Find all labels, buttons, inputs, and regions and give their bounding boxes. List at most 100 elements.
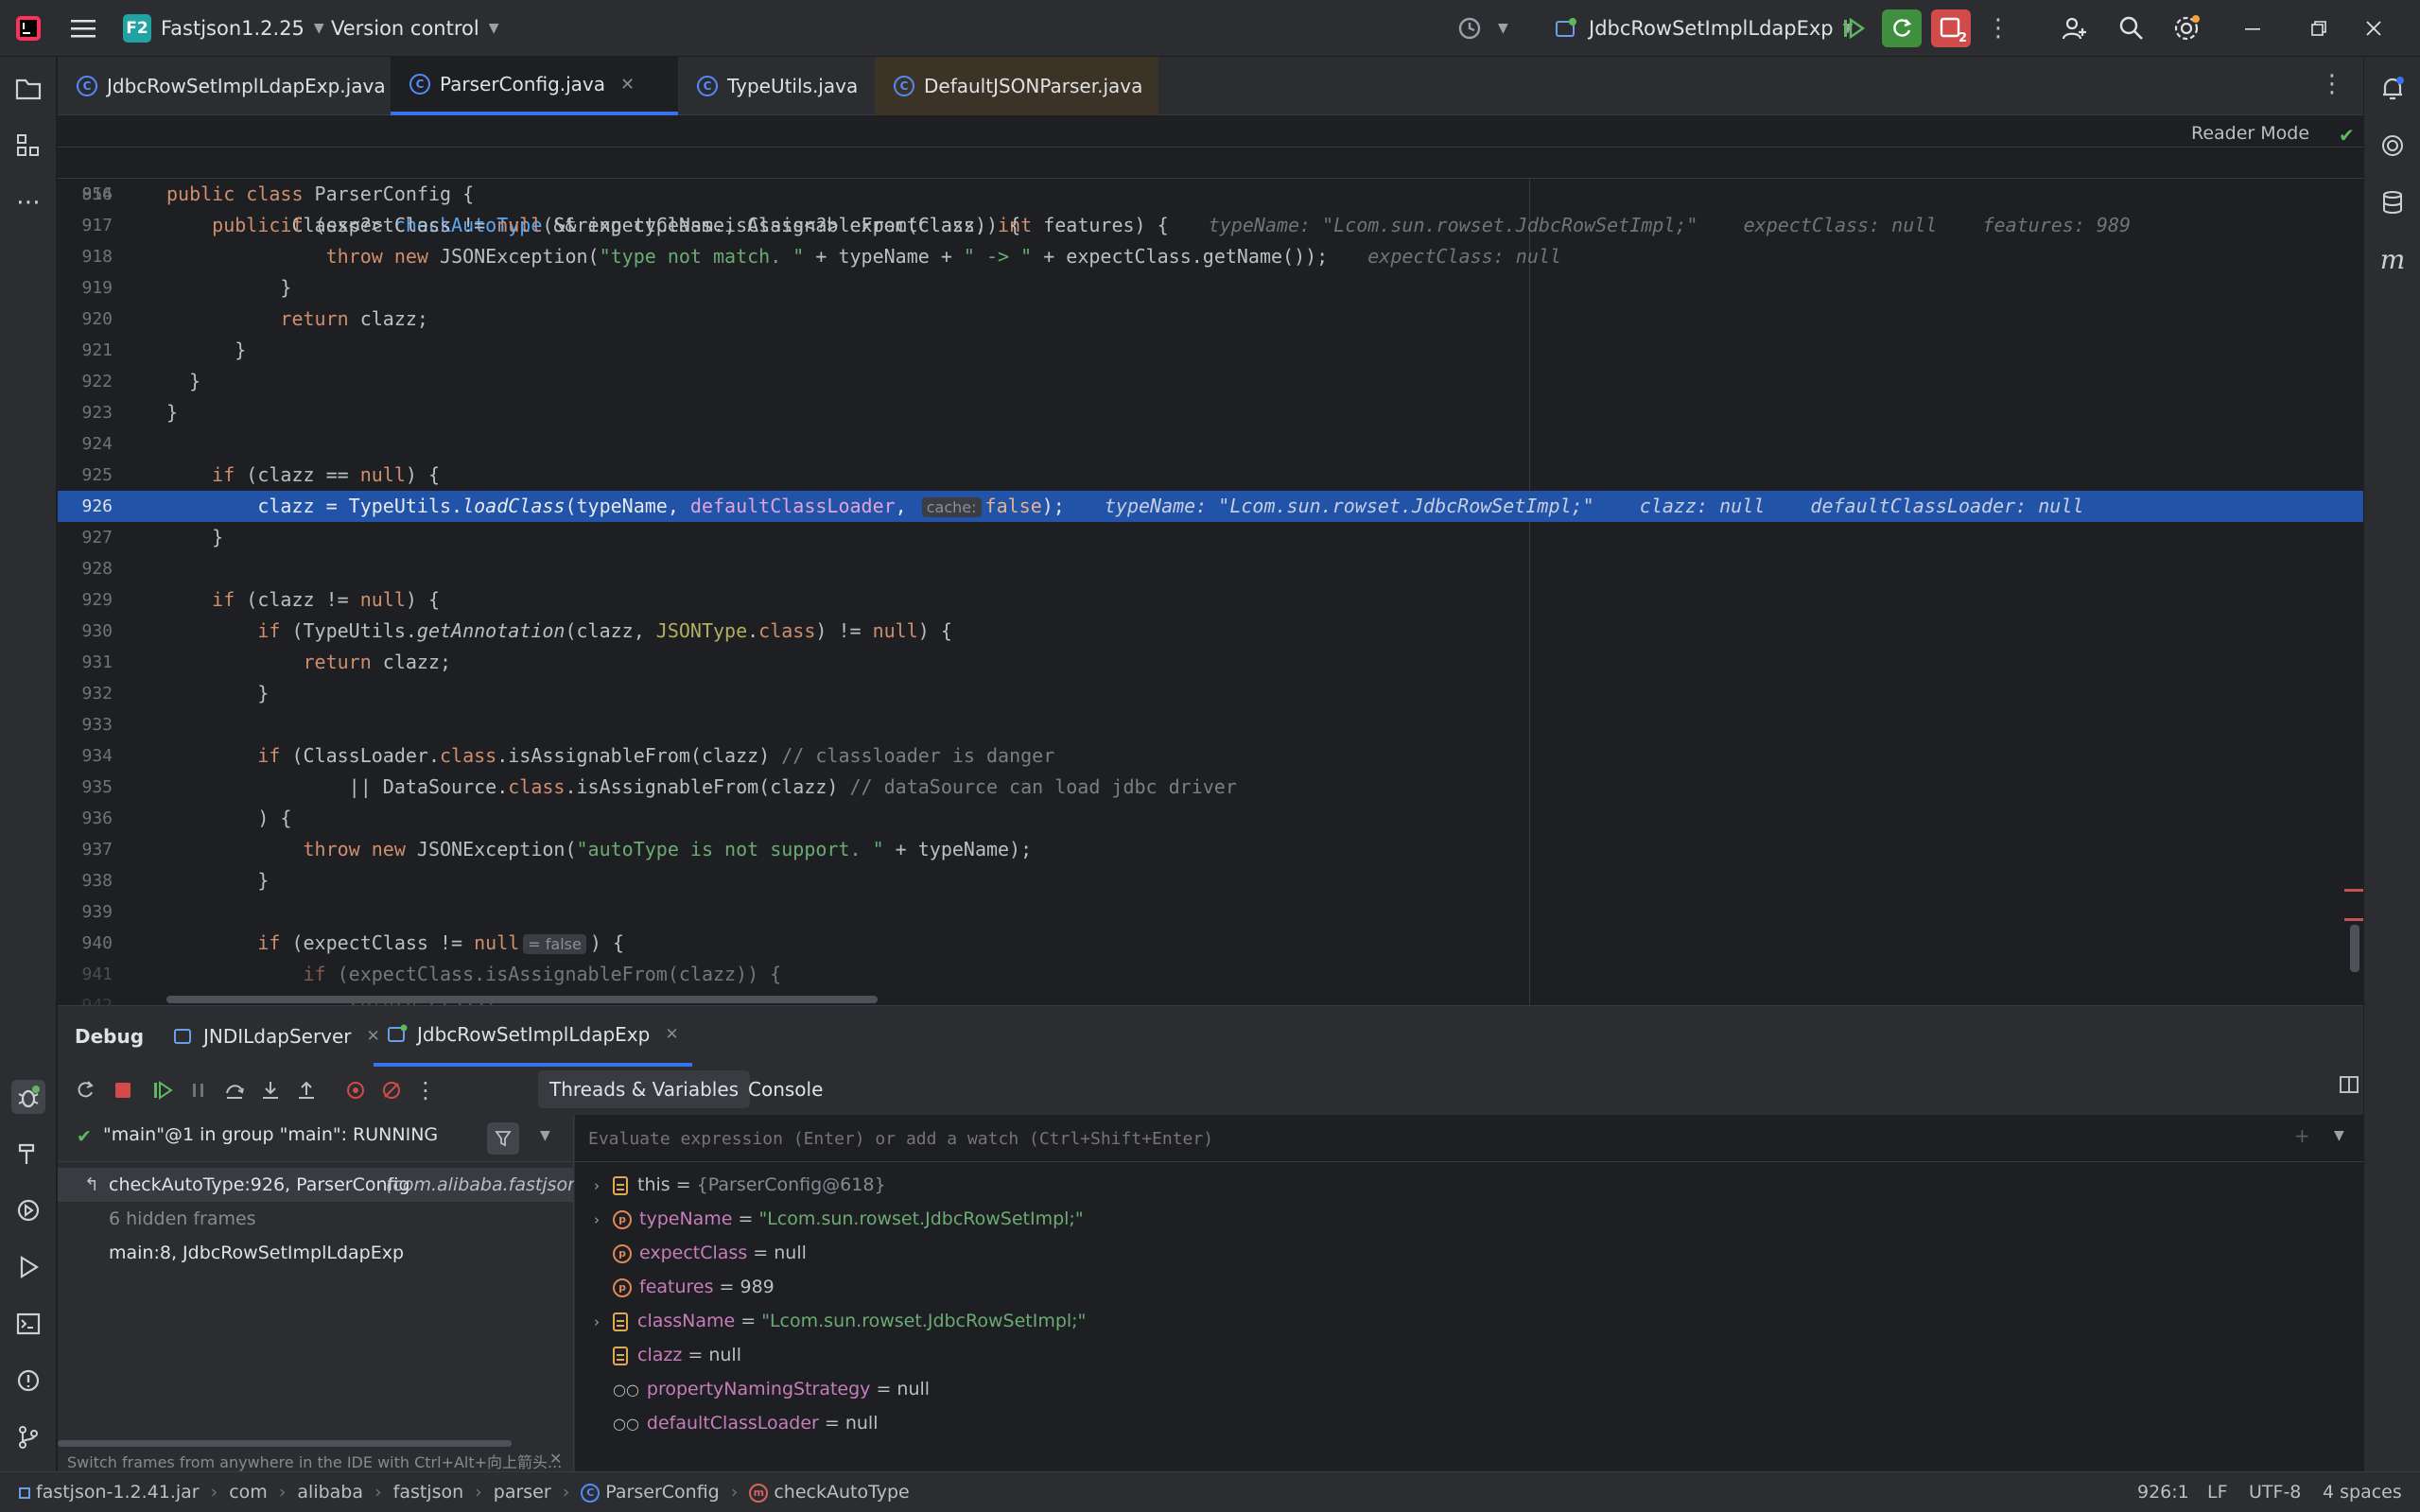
frame-row-selected[interactable]: ↰ checkAutoType:926, ParserConfig (com.a… [58, 1168, 574, 1202]
variable-row[interactable]: p expectClass = null [613, 1236, 807, 1270]
code-line[interactable]: 921 } [58, 335, 2363, 366]
reader-mode-toggle[interactable]: Reader Mode [2191, 116, 2309, 150]
frames-scrollbar[interactable] [58, 1440, 512, 1447]
tab-console[interactable]: Console [737, 1070, 834, 1108]
tab-parserconfig[interactable]: C ParserConfig.java ✕ [391, 57, 678, 115]
inspection-ok-icon[interactable]: ✔ [2339, 124, 2355, 147]
code-line[interactable]: 930 if (TypeUtils.getAnnotation(clazz, J… [58, 616, 2363, 647]
expand-arrow-icon[interactable]: › [594, 1203, 613, 1237]
close-tip-icon[interactable]: ✕ [549, 1450, 562, 1468]
code-line[interactable]: 923} [58, 397, 2363, 428]
minimize-window-icon[interactable] [2236, 11, 2270, 45]
profiler-icon[interactable] [1453, 11, 1487, 45]
variable-row[interactable]: ○○ propertyNamingStrategy = null [613, 1372, 930, 1406]
tab-options-icon[interactable]: ⋮ [2320, 70, 2344, 98]
tab-threads-variables[interactable]: Threads & Variables [538, 1070, 751, 1108]
tab-jdbcrowsetimplldapexp[interactable]: C JdbcRowSetImplLdapExp.java [58, 57, 391, 115]
breadcrumb-item[interactable]: checkAutoType [774, 1482, 909, 1503]
file-encoding[interactable]: UTF-8 [2249, 1472, 2301, 1512]
close-window-icon[interactable] [2357, 11, 2391, 45]
maven-icon[interactable]: m [2376, 242, 2410, 276]
add-watch-icon[interactable]: + [2294, 1124, 2310, 1147]
main-menu-icon[interactable] [66, 11, 100, 45]
chevron-down-icon[interactable]: ▼ [2334, 1128, 2344, 1143]
step-into-icon[interactable] [256, 1076, 285, 1104]
indent-setting[interactable]: 4 spaces [2323, 1472, 2402, 1512]
code-line[interactable]: 935 || DataSource.class.isAssignableFrom… [58, 772, 2363, 803]
code-line[interactable]: 919 } [58, 272, 2363, 304]
session-tab-jdbcrowsetimplldapexp[interactable]: JdbcRowSetImplLdapExp ✕ [374, 1006, 692, 1067]
more-actions-icon[interactable]: ⋮ [411, 1076, 440, 1104]
code-line[interactable]: 929 if (clazz != null) { [58, 584, 2363, 616]
code-line[interactable]: 920 return clazz; [58, 304, 2363, 335]
resume-program-icon[interactable] [148, 1076, 177, 1104]
rerun-icon[interactable] [71, 1076, 99, 1104]
breadcrumb-item[interactable]: alibaba [297, 1482, 363, 1503]
code-line[interactable]: 918 throw new JSONException("type not ma… [58, 241, 2363, 272]
code-line[interactable]: 941 if (expectClass.isAssignableFrom(cla… [58, 959, 2363, 990]
git-branch-icon[interactable] [11, 1420, 45, 1454]
code-line[interactable]: 916 [58, 179, 2363, 210]
variable-row[interactable]: › p typeName = "Lcom.sun.rowset.JdbcRowSet… [594, 1202, 1084, 1236]
caret-position[interactable]: 926:1 [2137, 1472, 2189, 1512]
close-tab-icon[interactable]: ✕ [620, 75, 635, 95]
terminal-icon[interactable] [11, 1307, 45, 1341]
more-actions-icon[interactable]: ⋮ [1981, 11, 2015, 45]
services-icon[interactable] [11, 1193, 45, 1227]
project-folder-icon[interactable] [11, 72, 45, 106]
error-stripe-marker[interactable] [2344, 918, 2363, 921]
stop-icon[interactable] [109, 1076, 137, 1104]
breadcrumb-item[interactable]: fastjson [393, 1482, 464, 1503]
code-line[interactable]: 928 [58, 553, 2363, 584]
code-line[interactable]: 939 [58, 896, 2363, 928]
code-line[interactable]: 937 throw new JSONException("autoType is… [58, 834, 2363, 865]
chevron-down-icon[interactable]: ▼ [1498, 21, 1508, 36]
error-stripe-marker[interactable] [2344, 889, 2363, 892]
ai-assistant-icon[interactable] [2376, 129, 2410, 163]
sticky-line[interactable]: 854 public Class<?> checkAutoType(String… [58, 148, 2363, 236]
expand-arrow-icon[interactable]: › [594, 1169, 613, 1203]
chevron-down-icon[interactable]: ▼ [540, 1128, 550, 1143]
line-separator[interactable]: LF [2207, 1472, 2228, 1512]
breadcrumb-item[interactable]: ParserConfig [605, 1482, 719, 1503]
code-line[interactable]: 924 [58, 428, 2363, 460]
code-line[interactable]: 933 [58, 709, 2363, 740]
tab-defaultjsonparser[interactable]: C DefaultJSONParser.java [875, 57, 1158, 115]
variable-row[interactable]: p features = 989 [613, 1270, 775, 1304]
pause-icon[interactable] [184, 1076, 213, 1104]
tab-typeutils[interactable]: C TypeUtils.java [678, 57, 875, 115]
code-line[interactable]: 934 if (ClassLoader.class.isAssignableFr… [58, 740, 2363, 772]
code-line[interactable]: 931 return clazz; [58, 647, 2363, 678]
code-with-me-icon[interactable] [2058, 11, 2092, 45]
mute-breakpoints-icon[interactable] [377, 1076, 406, 1104]
code-line[interactable]: 938 } [58, 865, 2363, 896]
run-icon[interactable] [11, 1250, 45, 1284]
filter-icon[interactable] [487, 1122, 519, 1155]
rerun-debug-button[interactable] [1882, 9, 1922, 47]
debug-tool-icon[interactable] [11, 1080, 45, 1114]
vcs-widget[interactable]: Version control ▼ [331, 0, 498, 57]
breadcrumb-item[interactable]: parser [494, 1482, 551, 1503]
sticky-line[interactable]: 79 public class ParserConfig { [58, 116, 2363, 205]
build-hammer-icon[interactable] [11, 1137, 45, 1171]
frame-row[interactable]: main:8, JdbcRowSetImplLdapExp [58, 1236, 574, 1270]
stop-button[interactable]: 2 [1931, 9, 1971, 47]
more-tools-icon[interactable]: ⋯ [11, 185, 45, 219]
close-tab-icon[interactable]: ✕ [665, 1025, 678, 1044]
structure-icon[interactable] [11, 129, 45, 163]
database-icon[interactable] [2376, 185, 2410, 219]
problems-icon[interactable] [11, 1364, 45, 1398]
variable-row[interactable]: › className = "Lcom.sun.rowset.JdbcRowSet… [594, 1304, 1086, 1338]
notifications-bell-icon[interactable] [2376, 72, 2410, 106]
search-icon[interactable] [2115, 11, 2149, 45]
resume-run-icon[interactable] [1837, 11, 1871, 45]
session-tab-jndildapserver[interactable]: JNDILdapServer ✕ [173, 1006, 380, 1067]
step-out-icon[interactable] [292, 1076, 321, 1104]
hidden-frames-row[interactable]: 6 hidden frames [58, 1202, 574, 1236]
vertical-scrollbar[interactable] [2350, 925, 2359, 972]
intellij-logo-icon[interactable] [11, 11, 45, 45]
project-widget[interactable]: F2 Fastjson1.2.25 ▼ [123, 0, 324, 57]
code-line[interactable]: 917 if (expectClass != null && expectCla… [58, 210, 2363, 241]
code-editor[interactable]: 79 public class ParserConfig { 854 publi… [58, 116, 2363, 1005]
variable-row[interactable]: › this = {ParserConfig@618} [594, 1168, 886, 1202]
